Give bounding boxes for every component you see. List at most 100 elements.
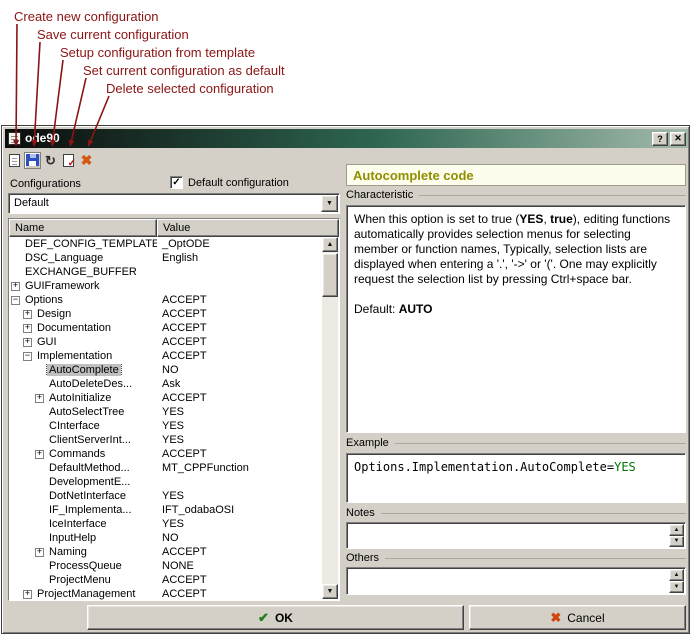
scrollbar-thumb[interactable] [322, 253, 338, 297]
tree-item-value: MT_CPPFunction [157, 462, 339, 474]
separator-line [385, 558, 686, 559]
check-icon: ✔ [258, 610, 269, 626]
scroll-down-button[interactable]: ▼ [669, 536, 684, 548]
scroll-up-button[interactable]: ▲ [669, 524, 684, 536]
expand-icon[interactable]: + [23, 338, 32, 347]
example-textarea[interactable]: Options.Implementation.AutoComplete=YES [346, 453, 686, 503]
tree-row[interactable]: +GUI ACCEPT [9, 335, 339, 349]
default-configuration-checkbox[interactable]: ✓ Default configuration [170, 176, 289, 189]
column-header-name[interactable]: Name [9, 219, 157, 237]
tree-item-label: GUI [35, 336, 59, 348]
expand-icon[interactable]: + [23, 590, 32, 599]
expand-icon[interactable]: + [11, 282, 20, 291]
tree-row[interactable]: CInterfaceYES [9, 419, 339, 433]
tree-row[interactable]: +DocumentationACCEPT [9, 321, 339, 335]
cancel-button[interactable]: ✖ Cancel [469, 605, 686, 630]
expand-icon[interactable]: + [35, 450, 44, 459]
tree-row[interactable]: AutoSelectTreeYES [9, 405, 339, 419]
tree-row[interactable]: ProcessQueueNONE [9, 559, 339, 573]
scroll-down-button[interactable]: ▼ [669, 581, 684, 593]
tree-item-label: Design [35, 308, 73, 320]
tree-row[interactable]: DEF_CONFIG_TEMPLATE_OptODE [9, 237, 339, 251]
notes-textarea[interactable]: ▲ ▼ [346, 522, 686, 549]
tree-item-label: Commands [47, 448, 107, 460]
screenshot: Create new configuration Save current con… [0, 0, 691, 635]
tree-row[interactable]: AutoDeleteDes...Ask [9, 377, 339, 391]
close-button[interactable]: ✕ [670, 132, 686, 146]
configuration-combobox[interactable]: Default ▼ [8, 193, 340, 214]
scroll-down-button[interactable]: ▼ [322, 584, 338, 599]
notes-scrollbar[interactable]: ▲ ▼ [669, 524, 684, 547]
tree-row[interactable]: +ProjectManagementACCEPT [9, 587, 339, 600]
tree-item-value: ACCEPT [157, 336, 339, 348]
separator-line [395, 443, 686, 444]
window-icon[interactable] [8, 132, 21, 145]
section-label-others: Others [346, 552, 686, 564]
tree-item-label: InputHelp [47, 532, 98, 544]
annotation-label: Create new configuration [14, 9, 159, 24]
tree-item-value: YES [157, 434, 339, 446]
annotation-label: Save current configuration [37, 27, 189, 42]
ok-button[interactable]: ✔ OK [87, 605, 464, 630]
collapse-icon[interactable]: − [23, 352, 32, 361]
tree-row[interactable]: +GUIFramework [9, 279, 339, 293]
tree-item-label: AutoDeleteDes... [47, 378, 134, 390]
tree-item-label: IceInterface [47, 518, 108, 530]
template-configuration-button[interactable]: ↻ [42, 152, 59, 169]
tree-row[interactable]: InputHelpNO [9, 531, 339, 545]
tree-row[interactable]: −OptionsACCEPT [9, 293, 339, 307]
help-button[interactable]: ? [652, 132, 668, 146]
delete-x-icon: ✖ [81, 153, 93, 167]
tree-row[interactable]: DotNetInterfaceYES [9, 489, 339, 503]
tree-item-label: DotNetInterface [47, 490, 128, 502]
scroll-up-button[interactable]: ▲ [322, 237, 338, 252]
save-floppy-icon [26, 154, 39, 166]
tree-row[interactable]: DevelopmentE... [9, 475, 339, 489]
tree-row[interactable]: DSC_LanguageEnglish [9, 251, 339, 265]
expand-icon[interactable]: + [35, 548, 44, 557]
tree-item-value: ACCEPT [157, 294, 339, 306]
characteristic-textarea[interactable]: When this option is set to true (YES, tr… [346, 205, 686, 433]
combobox-value: Default [9, 194, 320, 213]
tree-row[interactable]: ClientServerInt...YES [9, 433, 339, 447]
tree-item-label: DevelopmentE... [47, 476, 132, 488]
annotation-label: Setup configuration from template [60, 45, 255, 60]
set-default-configuration-button[interactable]: ✓ [60, 152, 77, 169]
tree-row[interactable]: AutoCompleteNO [9, 363, 339, 377]
tree-row[interactable]: DefaultMethod... MT_CPPFunction [9, 461, 339, 475]
tree-row[interactable]: IceInterfaceYES [9, 517, 339, 531]
combobox-dropdown-button[interactable]: ▼ [321, 195, 338, 212]
scroll-up-button[interactable]: ▲ [669, 569, 684, 581]
save-configuration-button[interactable] [24, 152, 41, 169]
tree-item-value: ACCEPT [157, 448, 339, 460]
tree-row[interactable]: ProjectMenuACCEPT [9, 573, 339, 587]
tree-row[interactable]: +NamingACCEPT [9, 545, 339, 559]
others-scrollbar[interactable]: ▲ ▼ [669, 569, 684, 593]
titlebar[interactable]: ode90 ? ✕ [5, 129, 688, 148]
tree-item-label: AutoInitialize [47, 392, 113, 404]
expand-icon[interactable]: + [23, 310, 32, 319]
tree-row[interactable]: −ImplementationACCEPT [9, 349, 339, 363]
tree-header: Name Value [9, 219, 339, 237]
tree-row[interactable]: +AutoInitializeACCEPT [9, 391, 339, 405]
annotation-label: Set current configuration as default [83, 63, 285, 78]
configurations-label: Configurations [10, 178, 81, 190]
new-configuration-button[interactable] [6, 152, 23, 169]
column-header-value[interactable]: Value [157, 219, 339, 237]
expand-icon[interactable]: + [23, 324, 32, 333]
tree-item-label: ProjectMenu [47, 574, 113, 586]
new-document-icon [9, 154, 20, 167]
collapse-icon[interactable]: − [11, 296, 20, 305]
tree-row[interactable]: EXCHANGE_BUFFER [9, 265, 339, 279]
check-icon: ✓ [172, 178, 180, 188]
tree-row[interactable]: +Commands ACCEPT [9, 447, 339, 461]
others-textarea[interactable]: ▲ ▼ [346, 567, 686, 595]
tree-row[interactable]: IF_Implementa...IFT_odabaOSI [9, 503, 339, 517]
tree-scrollbar[interactable]: ▲ ▼ [322, 237, 338, 599]
checkbox-box[interactable]: ✓ [170, 176, 183, 189]
delete-configuration-button[interactable]: ✖ [78, 152, 95, 169]
expand-icon[interactable]: + [35, 394, 44, 403]
red-check-icon: ✓ [68, 159, 76, 169]
tree-item-label: DefaultMethod... [47, 462, 132, 474]
tree-row[interactable]: +DesignACCEPT [9, 307, 339, 321]
